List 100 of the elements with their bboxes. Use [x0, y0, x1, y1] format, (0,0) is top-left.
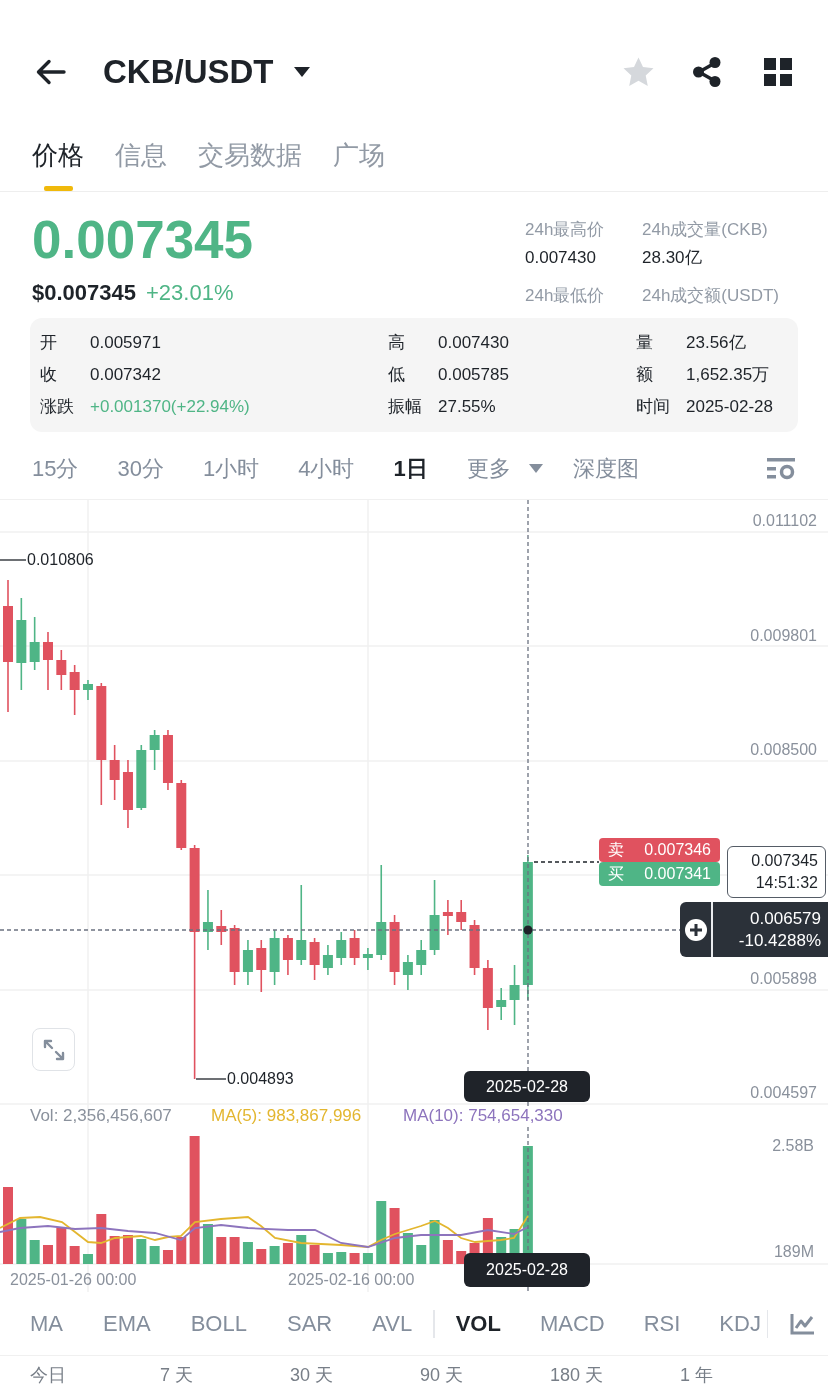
share-icon[interactable] [692, 57, 722, 87]
date-axis-label: 2025-01-26 00:00 [10, 1271, 137, 1289]
indicator-tab[interactable]: MACD [539, 1308, 605, 1339]
volume-bar [456, 1251, 467, 1264]
volume-bar [296, 1235, 307, 1264]
volume-axis-label: 189M [773, 1243, 814, 1261]
expand-button[interactable] [32, 1028, 75, 1071]
range-option[interactable]: 180 天 [550, 1365, 604, 1385]
high-price-label: 0.010806 [27, 551, 94, 569]
volume-bar [322, 1253, 333, 1264]
volume-bar [229, 1237, 240, 1264]
volume-bar [69, 1246, 80, 1264]
crosshair-date-tag: 2025-02-28 [464, 1071, 590, 1102]
line-chart-icon[interactable] [790, 1312, 815, 1335]
info-value: 0.007430 [438, 332, 509, 354]
candle [482, 959, 493, 1031]
candle [322, 944, 333, 976]
range-option[interactable]: 30 天 [290, 1365, 334, 1385]
range-option[interactable]: 90 天 [420, 1365, 464, 1385]
tab[interactable]: 信息 [115, 114, 167, 191]
candle [389, 914, 400, 986]
usd-price: $0.007345 [32, 279, 136, 307]
tab[interactable]: 交易数据 [198, 114, 302, 191]
crosshair-dot [523, 925, 533, 935]
add-circle-icon[interactable] [684, 918, 707, 941]
candle [216, 909, 227, 946]
info-label: 低 [388, 364, 406, 386]
volume-bar [149, 1246, 160, 1264]
interval-tab[interactable]: 4小时 [298, 453, 355, 484]
volume-bar [442, 1240, 453, 1264]
candle [496, 987, 507, 1021]
quote-side: 买 [608, 864, 624, 884]
star-icon[interactable] [623, 57, 654, 87]
candle [456, 899, 467, 931]
interval-tab[interactable]: 1日 [393, 453, 428, 484]
more-dropdown[interactable]: 更多 [466, 453, 543, 484]
volume-bar [336, 1252, 347, 1264]
candle [109, 744, 120, 801]
indicator-tab[interactable]: KDJ [719, 1308, 761, 1339]
indicator-tab[interactable]: VOL [455, 1308, 501, 1339]
price-axis-label: 0.011102 [752, 512, 817, 530]
date-axis-label: 2025-02-16 00:00 [288, 1271, 415, 1289]
candle [122, 759, 133, 829]
interval-tab[interactable]: 30分 [117, 453, 164, 484]
pair-selector[interactable]: CKB/USDT [103, 52, 310, 92]
indicator-tab[interactable]: BOLL [190, 1308, 247, 1339]
candle [83, 679, 93, 701]
info-value: 0.005785 [438, 364, 509, 386]
grid-icon[interactable] [764, 58, 792, 86]
candle [136, 744, 147, 811]
volume-bar [83, 1254, 93, 1264]
price-change: +23.01% [146, 279, 234, 307]
candle [202, 889, 213, 951]
candle [162, 729, 173, 791]
volume-bar [56, 1228, 67, 1264]
quote-price: 0.007346 [644, 840, 711, 860]
range-option[interactable]: 1 年 [680, 1365, 713, 1385]
volume-bar [216, 1237, 227, 1264]
volume-bar [96, 1214, 107, 1264]
stat-label: 24h最高价 [525, 219, 605, 241]
range-option[interactable]: 7 天 [160, 1365, 193, 1385]
volume-bar [416, 1245, 427, 1264]
indicator-tab[interactable]: AVL [372, 1308, 413, 1339]
volume-bar [389, 1208, 400, 1264]
candle [416, 939, 427, 976]
info-value: 0.005971 [90, 332, 161, 354]
low-marker-line [195, 1078, 227, 1080]
volume-bar [202, 1224, 213, 1264]
volume-bar [109, 1236, 120, 1264]
candle [509, 964, 520, 1026]
volume-bar [242, 1242, 253, 1264]
indicator-tab[interactable]: MA [30, 1308, 63, 1339]
info-value: 27.55% [438, 396, 496, 418]
indicator-tab[interactable]: SAR [286, 1308, 333, 1339]
interval-tab[interactable]: 1小时 [202, 453, 260, 484]
last-price: 0.007345 [32, 212, 254, 268]
price-axis-label: 0.008500 [750, 741, 817, 759]
tab[interactable]: 广场 [333, 114, 385, 191]
countdown-timer: 14:51:32 [755, 873, 818, 893]
volume-legend: MA(5): 983,867,996 [211, 1106, 362, 1126]
tab[interactable]: 价格 [32, 114, 84, 191]
indicator-tab[interactable]: EMA [103, 1308, 151, 1339]
chart-settings-icon[interactable] [767, 457, 795, 480]
back-icon[interactable] [36, 59, 66, 85]
stat-value: 0.007430 [525, 247, 596, 269]
volume-bar [282, 1243, 293, 1264]
volume-legend: Vol: 2,356,456,607 [30, 1106, 172, 1126]
crosshair-date-tag: 2025-02-28 [464, 1253, 590, 1287]
interval-tab[interactable]: 15分 [32, 453, 79, 484]
volume-bar [29, 1240, 40, 1264]
volume-bar [43, 1245, 53, 1264]
expand-icon [41, 1037, 66, 1062]
volume-bar [176, 1237, 187, 1264]
stat-label: 24h成交额(USDT) [642, 285, 779, 307]
indicator-tab[interactable]: RSI [643, 1308, 681, 1339]
depth-chart-tab[interactable]: 深度图 [572, 453, 639, 484]
range-option[interactable]: 今日 [30, 1365, 66, 1385]
info-label: 收 [40, 364, 58, 386]
info-label: 涨跌 [40, 396, 75, 418]
volume-bar [122, 1235, 133, 1264]
